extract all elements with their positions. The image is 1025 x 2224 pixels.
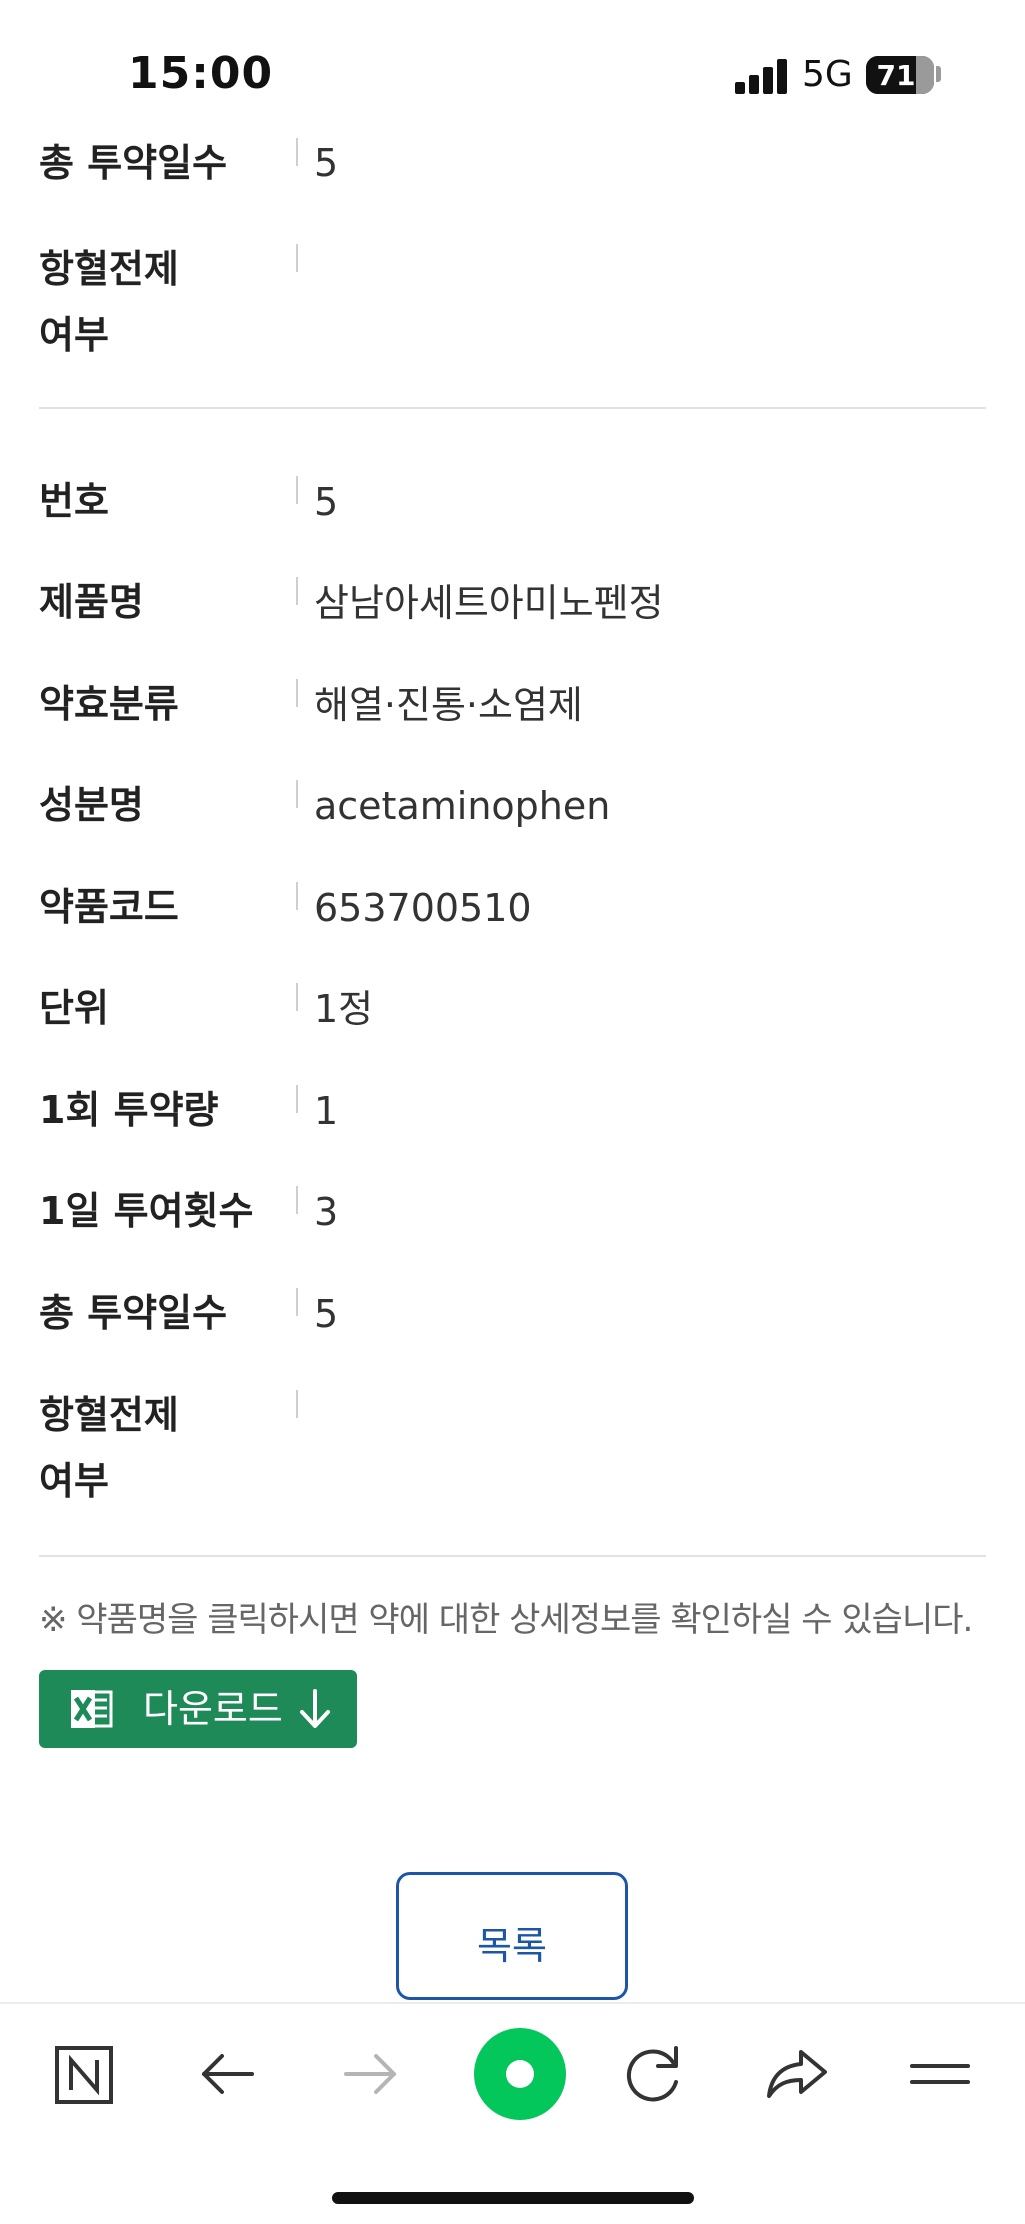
field-value: 1 [314,1089,339,1133]
field-label: 제품명 [39,580,144,624]
field-label: 1회 투약량 [39,1088,219,1132]
signal-icon [735,58,791,94]
field-separator [296,138,298,166]
share-icon[interactable] [757,2034,837,2114]
field-value: 1정 [314,987,374,1031]
menu-icon[interactable] [900,2034,980,2114]
back-arrow-icon[interactable] [188,2034,268,2114]
field-value: 5 [314,480,339,524]
field-separator [296,577,298,605]
download-label: 다운로드 [143,1687,283,1731]
field-value: 해열·진통·소염제 [314,683,583,727]
field-separator [296,780,298,808]
download-arrow-icon [300,1689,330,1728]
forward-arrow-icon[interactable] [330,2034,410,2114]
field-separator [296,983,298,1011]
field-row: 총 투약일수 5 [39,138,989,196]
record-divider [39,1555,986,1557]
field-label: 1일 투여횟수 [39,1189,254,1233]
field-value: acetaminophen [314,784,611,828]
home-indicator [332,2192,694,2204]
status-time: 15:00 [128,48,274,99]
field-label: 총 투약일수 [39,141,228,185]
download-button[interactable]: 다운로드 [39,1670,357,1748]
notice-text: ※ 약품명을 클릭하시면 약에 대한 상세정보를 확인하실 수 있습니다. [39,1600,973,1640]
field-label-line: 항혈전제 [39,247,179,291]
field-label: 번호 [39,479,109,523]
list-button[interactable]: 목록 [396,1872,628,2000]
field-separator [296,1186,298,1214]
field-label-line: 여부 [39,313,109,357]
field-label-line: 항혈전제 [39,1393,179,1437]
field-row: 제품명 삼남아세트아미노펜정 [39,569,989,635]
field-row: 항혈전제 여부 [39,236,989,366]
field-row: 단위 1정 [39,975,989,1041]
field-value: 5 [314,1292,339,1336]
field-separator [296,476,298,504]
battery-level: 71 [876,59,916,92]
field-row: 약효분류 해열·진통·소염제 [39,671,989,737]
field-row: 총 투약일수 5 [39,1280,989,1346]
list-button-label: 목록 [477,1924,547,1968]
field-value: 3 [314,1190,339,1234]
field-label: 약품코드 [39,885,179,929]
field-separator [296,1288,298,1316]
field-label-line: 여부 [39,1459,109,1503]
product-name-link[interactable]: 삼남아세트아미노펜정 [314,575,664,631]
field-label: 성분명 [39,783,144,827]
field-row: 약품코드 653700510 [39,874,989,940]
battery-icon: 71 [866,56,934,94]
field-row: 항혈전제 여부 [39,1382,989,1512]
battery-cap [936,66,941,82]
network-type: 5G [802,54,853,95]
field-separator [296,679,298,707]
field-separator [296,1390,298,1418]
field-label: 총 투약일수 [39,1291,228,1335]
status-bar: 15:00 5G 71 [0,0,1025,150]
excel-icon [71,1690,113,1728]
green-dot-icon[interactable] [472,2026,568,2122]
field-separator [296,882,298,910]
browser-bottom-bar [0,2002,1025,2224]
field-row: 성분명 acetaminophen [39,772,989,838]
field-label: 항혈전제 여부 [39,236,289,368]
record-divider [39,407,986,409]
naver-home-icon[interactable] [43,2034,123,2114]
field-row: 1일 투여횟수 3 [39,1178,989,1244]
refresh-icon[interactable] [614,2034,694,2114]
field-label: 단위 [39,986,109,1030]
field-value: 5 [314,141,339,185]
field-label: 약효분류 [39,682,179,726]
field-value: 653700510 [314,886,532,930]
field-label: 항혈전제 여부 [39,1382,289,1514]
field-separator [296,1085,298,1113]
field-separator [296,244,298,272]
field-row: 1회 투약량 1 [39,1077,989,1143]
field-row: 번호 5 [39,468,989,534]
